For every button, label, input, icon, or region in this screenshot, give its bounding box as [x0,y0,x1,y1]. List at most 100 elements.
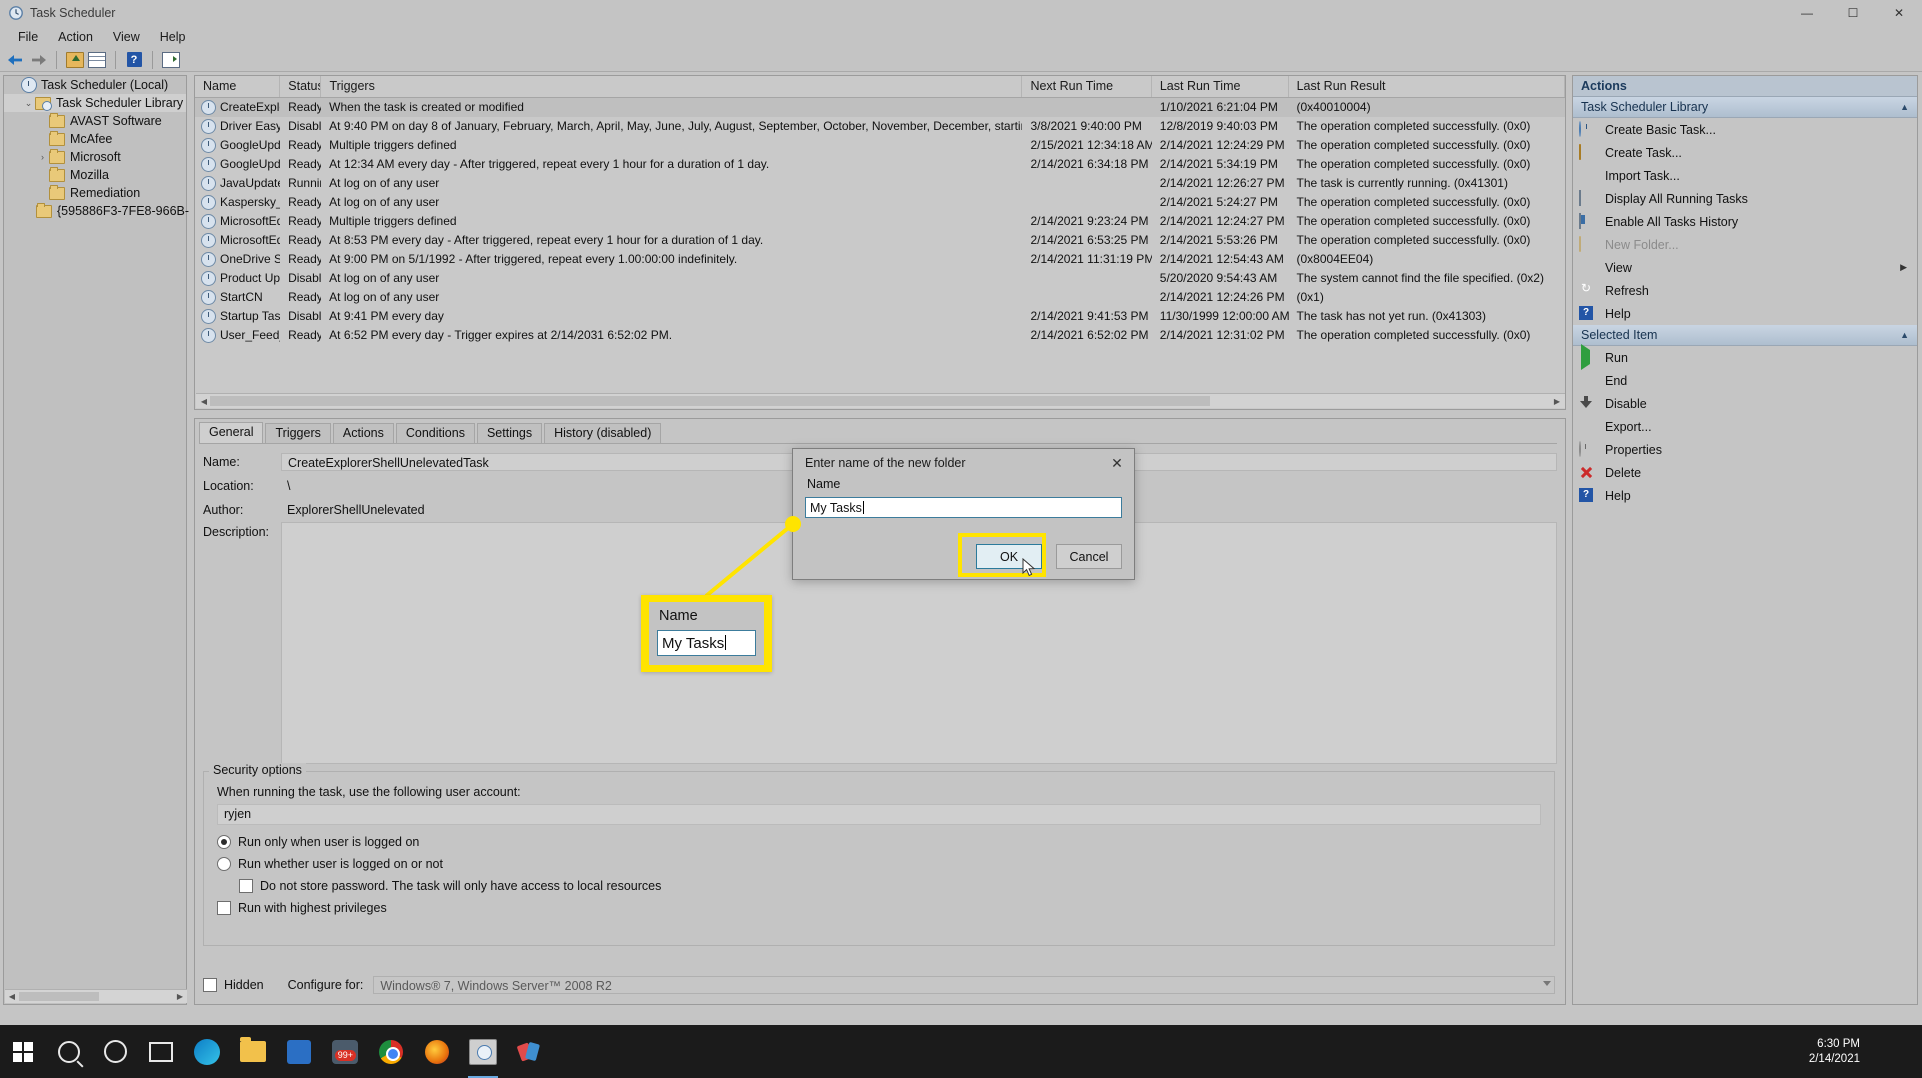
task-row[interactable]: StartCN Ready At log on of any user 2/14/20… [195,288,1565,307]
action-help[interactable]: ? Help [1573,484,1917,507]
tree-horizontal-scrollbar[interactable]: ◀ ▶ [5,989,187,1003]
column-header-last-run-result[interactable]: Last Run Result [1289,76,1565,97]
taskbar-paint[interactable] [506,1025,552,1078]
task-row[interactable]: GoogleUpda... Ready Multiple triggers defi… [195,136,1565,155]
toolbar-help-button[interactable]: ? [124,50,144,70]
back-button[interactable] [6,50,26,70]
tree-scroll-right-arrow[interactable]: ▶ [175,992,185,1001]
tab-general[interactable]: General [199,422,264,443]
taskbar-store[interactable] [276,1025,322,1078]
list-scroll-thumb[interactable] [210,396,1210,406]
cancel-button[interactable]: Cancel [1056,544,1122,569]
taskbar-edge[interactable] [184,1025,230,1078]
task-row[interactable]: Product Upd... Disabled At log on of any u… [195,269,1565,288]
forward-button[interactable] [28,50,48,70]
actions-section-selected-item[interactable]: Selected Item ▲ [1573,325,1917,346]
tree-item-microsoft[interactable]: › Microsoft [4,148,186,166]
taskbar-app-badge[interactable]: 99+ [322,1025,368,1078]
action-import-task[interactable]: Import Task... [1573,164,1917,187]
tree-item-task-scheduler-local[interactable]: Task Scheduler (Local) [4,76,186,94]
dialog-close-icon[interactable]: ✕ [1100,450,1134,476]
chevron-right-icon[interactable]: › [36,151,49,164]
menu-help[interactable]: Help [150,28,196,46]
collapse-caret-icon[interactable]: ▲ [1900,102,1909,112]
column-header-triggers[interactable]: Triggers [321,76,1023,97]
action-create-basic-task[interactable]: Create Basic Task... [1573,118,1917,141]
checkbox-hidden[interactable] [203,978,217,992]
task-row[interactable]: Startup Tasks Disabled At 9:41 PM every da… [195,307,1565,326]
configure-for-select[interactable]: Windows® 7, Windows Server™ 2008 R2 [373,976,1555,994]
taskbar-task-scheduler[interactable] [460,1025,506,1078]
taskbar-chrome[interactable] [368,1025,414,1078]
action-enable-all-tasks-history[interactable]: Enable All Tasks History [1573,210,1917,233]
column-header-status[interactable]: Status [280,76,322,97]
menu-bar: File Action View Help [0,26,1922,48]
radio-run-whether-logged-on[interactable]: Run whether user is logged on or not [217,853,1541,875]
taskbar-firefox[interactable] [414,1025,460,1078]
chevron-down-icon[interactable]: ⌄ [22,97,35,110]
checkbox-run-highest-privileges[interactable]: Run with highest privileges [217,897,1541,919]
taskbar-file-explorer[interactable] [230,1025,276,1078]
task-row[interactable]: OneDrive St... Ready At 9:00 PM on 5/1/199… [195,250,1565,269]
action-create-task[interactable]: Create Task... [1573,141,1917,164]
task-list-horizontal-scrollbar[interactable]: ◀ ▶ [196,393,1565,408]
action-export[interactable]: Export... [1573,415,1917,438]
clock[interactable]: 6:30 PM 2/14/2021 [1809,1025,1864,1078]
maximize-button[interactable]: ☐ [1830,0,1876,26]
collapse-caret-icon[interactable]: ▲ [1900,330,1909,340]
tree-item-mozilla[interactable]: Mozilla [4,166,186,184]
task-row[interactable]: JavaUpdateS... Running At log on of any us… [195,174,1565,193]
action-run[interactable]: Run [1573,343,1917,370]
task-row[interactable]: Driver Easy S... Disabled At 9:40 PM on da… [195,117,1565,136]
up-one-level-button[interactable] [65,50,85,70]
cortana-button[interactable] [92,1025,138,1078]
tab-triggers[interactable]: Triggers [265,423,331,443]
action-help[interactable]: ? Help [1573,302,1917,325]
tree-item-remediation[interactable]: Remediation [4,184,186,202]
task-row[interactable]: CreateExplor... Ready When the task is cre… [195,98,1565,117]
menu-action[interactable]: Action [48,28,103,46]
create-task-icon [1579,143,1597,161]
task-row[interactable]: User_Feed_S... Ready At 6:52 PM every day … [195,326,1565,345]
tab-history-disabled[interactable]: History (disabled) [544,423,662,443]
minimize-button[interactable]: — [1784,0,1830,26]
action-view[interactable]: View ▶ [1573,256,1917,279]
action-refresh[interactable]: Refresh [1573,279,1917,302]
task-row[interactable]: MicrosoftEd... Ready At 8:53 PM every day … [195,231,1565,250]
task-status-cell: Disabled [288,271,322,285]
tree-scroll-left-arrow[interactable]: ◀ [7,992,17,1001]
action-end[interactable]: End [1573,369,1917,392]
action-properties[interactable]: Properties [1573,438,1917,461]
show-action-pane-button[interactable] [161,50,181,70]
start-button[interactable] [0,1025,46,1078]
tree-item-595886f3-7fe8-966b[interactable]: {595886F3-7FE8-966B- [4,202,189,220]
task-row[interactable]: Kaspersky_U... Ready At log on of any user… [195,193,1565,212]
list-scroll-right-arrow[interactable]: ▶ [1551,396,1563,406]
tab-conditions[interactable]: Conditions [395,423,475,443]
menu-file[interactable]: File [8,28,48,46]
dialog-name-input[interactable]: My Tasks [805,497,1122,518]
action-disable[interactable]: Disable [1573,392,1917,415]
list-scroll-left-arrow[interactable]: ◀ [198,396,210,406]
checkbox-do-not-store-password[interactable]: Do not store password. The task will onl… [217,875,1541,897]
task-row[interactable]: GoogleUpda... Ready At 12:34 AM every day … [195,155,1565,174]
column-header-name[interactable]: Name [195,76,281,97]
radio-run-only-logged-on[interactable]: Run only when user is logged on [217,831,1541,853]
actions-section-task-scheduler-library[interactable]: Task Scheduler Library ▲ [1573,97,1917,118]
task-row[interactable]: MicrosoftEd... Ready Multiple triggers def… [195,212,1565,231]
show-console-tree-button[interactable] [87,50,107,70]
column-header-last-run-time[interactable]: Last Run Time [1152,76,1289,97]
action-delete[interactable]: Delete [1573,461,1917,484]
tab-settings[interactable]: Settings [476,423,543,443]
column-header-next-run-time[interactable]: Next Run Time [1022,76,1152,97]
tree-item-mcafee[interactable]: McAfee [4,130,186,148]
tree-item-avast-software[interactable]: AVAST Software [4,112,186,130]
action-display-all-running-tasks[interactable]: Display All Running Tasks [1573,187,1917,210]
tab-actions[interactable]: Actions [332,423,394,443]
close-button[interactable]: ✕ [1876,0,1922,26]
search-button[interactable] [46,1025,92,1078]
menu-view[interactable]: View [103,28,150,46]
tree-scroll-thumb[interactable] [19,992,99,1001]
tree-item-task-scheduler-library[interactable]: ⌄ Task Scheduler Library [4,94,186,112]
task-view-button[interactable] [138,1025,184,1078]
